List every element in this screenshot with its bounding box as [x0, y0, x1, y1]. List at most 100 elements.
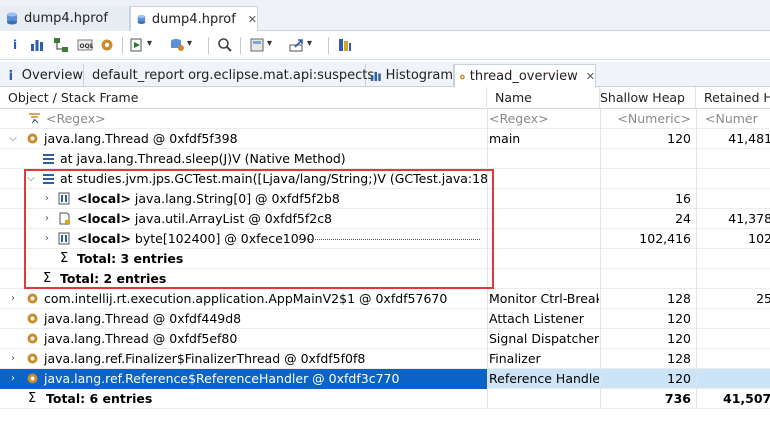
- table-row[interactable]: Σ Total: 6 entries 736 41,507,: [0, 389, 770, 409]
- object-label: java.util.ArrayList @ 0xfdf5f2c8: [130, 211, 333, 226]
- object-label: byte[102400] @ 0xfece1090: [130, 231, 315, 246]
- object-label: java.lang.Thread @ 0xfdf5f398: [44, 131, 238, 146]
- thread-icon: [27, 313, 38, 324]
- object-label: java.lang.Thread @ 0xfdf449d8: [44, 311, 242, 326]
- retained-heap: 41,481,: [696, 129, 770, 149]
- tab-label: Overview: [21, 68, 83, 83]
- tab-default-report[interactable]: default_report org.eclipse.mat.api:suspe…: [84, 64, 374, 87]
- shallow-heap: 120: [600, 369, 695, 389]
- table-row[interactable]: ⌵ java.lang.Thread @ 0xfdf5f398 main 120…: [0, 129, 770, 149]
- object-label: java.lang.Thread @ 0xfdf5ef80: [44, 331, 238, 346]
- thread-icon: [27, 373, 38, 384]
- column-header-object[interactable]: Object / Stack Frame: [0, 87, 487, 109]
- calculator-icon[interactable]: [248, 36, 272, 54]
- shallow-heap: 102,416: [600, 229, 695, 249]
- table-row[interactable]: Σ Total: 2 entries: [0, 269, 770, 289]
- info-icon[interactable]: i: [6, 36, 24, 54]
- editor-tab-label: dump4.hprof: [151, 12, 236, 27]
- thread-overview-table: Object / Stack Frame Name Shallow Heap R…: [0, 87, 770, 425]
- shallow-heap: 120: [600, 309, 695, 329]
- export-icon[interactable]: [288, 36, 312, 54]
- object-label: java.lang.ref.Finalizer$FinalizerThread …: [44, 351, 366, 366]
- shallow-filter[interactable]: <Numeric>: [600, 109, 695, 129]
- chevron-right-icon[interactable]: ›: [8, 289, 18, 309]
- chevron-right-icon[interactable]: ›: [42, 189, 52, 209]
- shallow-heap: 120: [600, 329, 695, 349]
- dominator-tree-icon[interactable]: [52, 36, 70, 54]
- svg-text:OQL: OQL: [80, 43, 94, 50]
- table-row[interactable]: ⌵ at studies.jvm.jps.GCTest.main([Ljava/…: [0, 169, 770, 189]
- table-row[interactable]: java.lang.Thread @ 0xfdf449d8 Attach Lis…: [0, 309, 770, 329]
- object-label: com.intellij.rt.execution.application.Ap…: [44, 291, 448, 306]
- stack-frame-icon: [43, 174, 54, 184]
- table-row[interactable]: › <local> java.util.ArrayList @ 0xfdf5f2…: [0, 209, 770, 229]
- table-row[interactable]: › java.lang.ref.Finalizer$FinalizerThrea…: [0, 349, 770, 369]
- run-report-icon[interactable]: [128, 36, 152, 54]
- toolbar: i OQL: [0, 31, 770, 60]
- thread-name: Finalizer: [487, 349, 599, 369]
- chevron-down-icon[interactable]: ⌵: [8, 129, 18, 149]
- sigma-icon: Σ: [28, 391, 37, 406]
- histogram-icon[interactable]: [28, 36, 46, 54]
- table-row[interactable]: › com.intellij.rt.execution.application.…: [0, 289, 770, 309]
- search-icon[interactable]: [216, 36, 234, 54]
- thread-name: Reference Handler: [487, 369, 599, 389]
- shallow-heap: 128: [600, 289, 695, 309]
- close-icon[interactable]: ✕: [586, 70, 595, 83]
- chevron-right-icon[interactable]: ›: [8, 369, 18, 389]
- thread-icon: [27, 293, 38, 304]
- histogram-icon: [370, 71, 381, 81]
- retained-filter[interactable]: <Numer: [696, 109, 770, 129]
- thread-stack-icon[interactable]: [336, 36, 354, 54]
- editor-tab-label: dump4.hprof: [24, 11, 108, 26]
- editor-tab-bar: dump4.hprof dump4.hprof ✕: [0, 0, 770, 32]
- retained-heap: 41,378,: [696, 209, 770, 229]
- object-filter[interactable]: <Regex>: [0, 109, 487, 129]
- column-header-shallow[interactable]: Shallow Heap: [600, 87, 696, 109]
- local-keyword: <local>: [77, 191, 131, 206]
- column-header-name[interactable]: Name: [487, 87, 600, 109]
- oql-icon[interactable]: OQL: [76, 36, 94, 54]
- total-label: Total: 6 entries: [46, 391, 153, 406]
- table-row[interactable]: Σ Total: 3 entries: [0, 249, 770, 269]
- total-label: Total: 3 entries: [77, 251, 184, 266]
- total-label: Total: 2 entries: [60, 271, 167, 286]
- chevron-right-icon[interactable]: ›: [42, 209, 52, 229]
- array-icon: [58, 192, 70, 205]
- editor-tab-dump4-active[interactable]: dump4.hprof ✕: [130, 6, 258, 32]
- query-browser-icon[interactable]: [168, 36, 192, 54]
- table-row[interactable]: at java.lang.Thread.sleep(J)V (Native Me…: [0, 149, 770, 169]
- table-header: Object / Stack Frame Name Shallow Heap R…: [0, 87, 770, 109]
- thread-name: Attach Listener: [487, 309, 599, 329]
- gear-icon[interactable]: [98, 36, 116, 54]
- tab-thread-overview[interactable]: thread_overview ✕: [454, 64, 596, 88]
- object-filter-placeholder: <Regex>: [46, 111, 106, 126]
- tab-histogram[interactable]: Histogram: [366, 64, 454, 87]
- shallow-heap: 128: [600, 349, 695, 369]
- chevron-down-icon[interactable]: ⌵: [26, 169, 36, 189]
- thread-icon: [27, 333, 38, 344]
- shallow-heap-total: 736: [600, 389, 695, 409]
- table-row-selected[interactable]: › java.lang.ref.Reference$ReferenceHandl…: [0, 369, 770, 389]
- table-row[interactable]: › <local> java.lang.String[0] @ 0xfdf5f2…: [0, 189, 770, 209]
- chevron-right-icon[interactable]: ›: [8, 349, 18, 369]
- info-icon: i: [8, 68, 14, 84]
- chevron-right-icon[interactable]: ›: [42, 229, 52, 249]
- table-row[interactable]: › <local> byte[102400] @ 0xfece1090 102,…: [0, 229, 770, 249]
- sigma-icon: Σ: [43, 271, 52, 286]
- editor-tab-dump4-inactive[interactable]: dump4.hprof: [0, 6, 130, 31]
- retained-heap-total: 41,507,: [696, 389, 770, 409]
- stack-frame-icon: [43, 154, 54, 164]
- object-label: java.lang.String[0] @ 0xfdf5f2b8: [130, 191, 340, 206]
- view-tab-bar: i Overview default_report org.eclipse.ma…: [0, 62, 770, 88]
- table-row[interactable]: java.lang.Thread @ 0xfdf5ef80 Signal Dis…: [0, 329, 770, 349]
- tab-label: default_report org.eclipse.mat.api:suspe…: [92, 68, 375, 83]
- column-header-retained[interactable]: Retained He: [696, 87, 770, 109]
- thread-name: Signal Dispatcher: [487, 329, 599, 349]
- close-icon[interactable]: ✕: [248, 13, 257, 26]
- name-filter[interactable]: <Regex>: [487, 109, 599, 129]
- retained-heap: 102,: [696, 229, 770, 249]
- tab-overview[interactable]: i Overview: [0, 64, 84, 87]
- local-keyword: <local>: [77, 231, 131, 246]
- sigma-icon: Σ: [60, 251, 69, 266]
